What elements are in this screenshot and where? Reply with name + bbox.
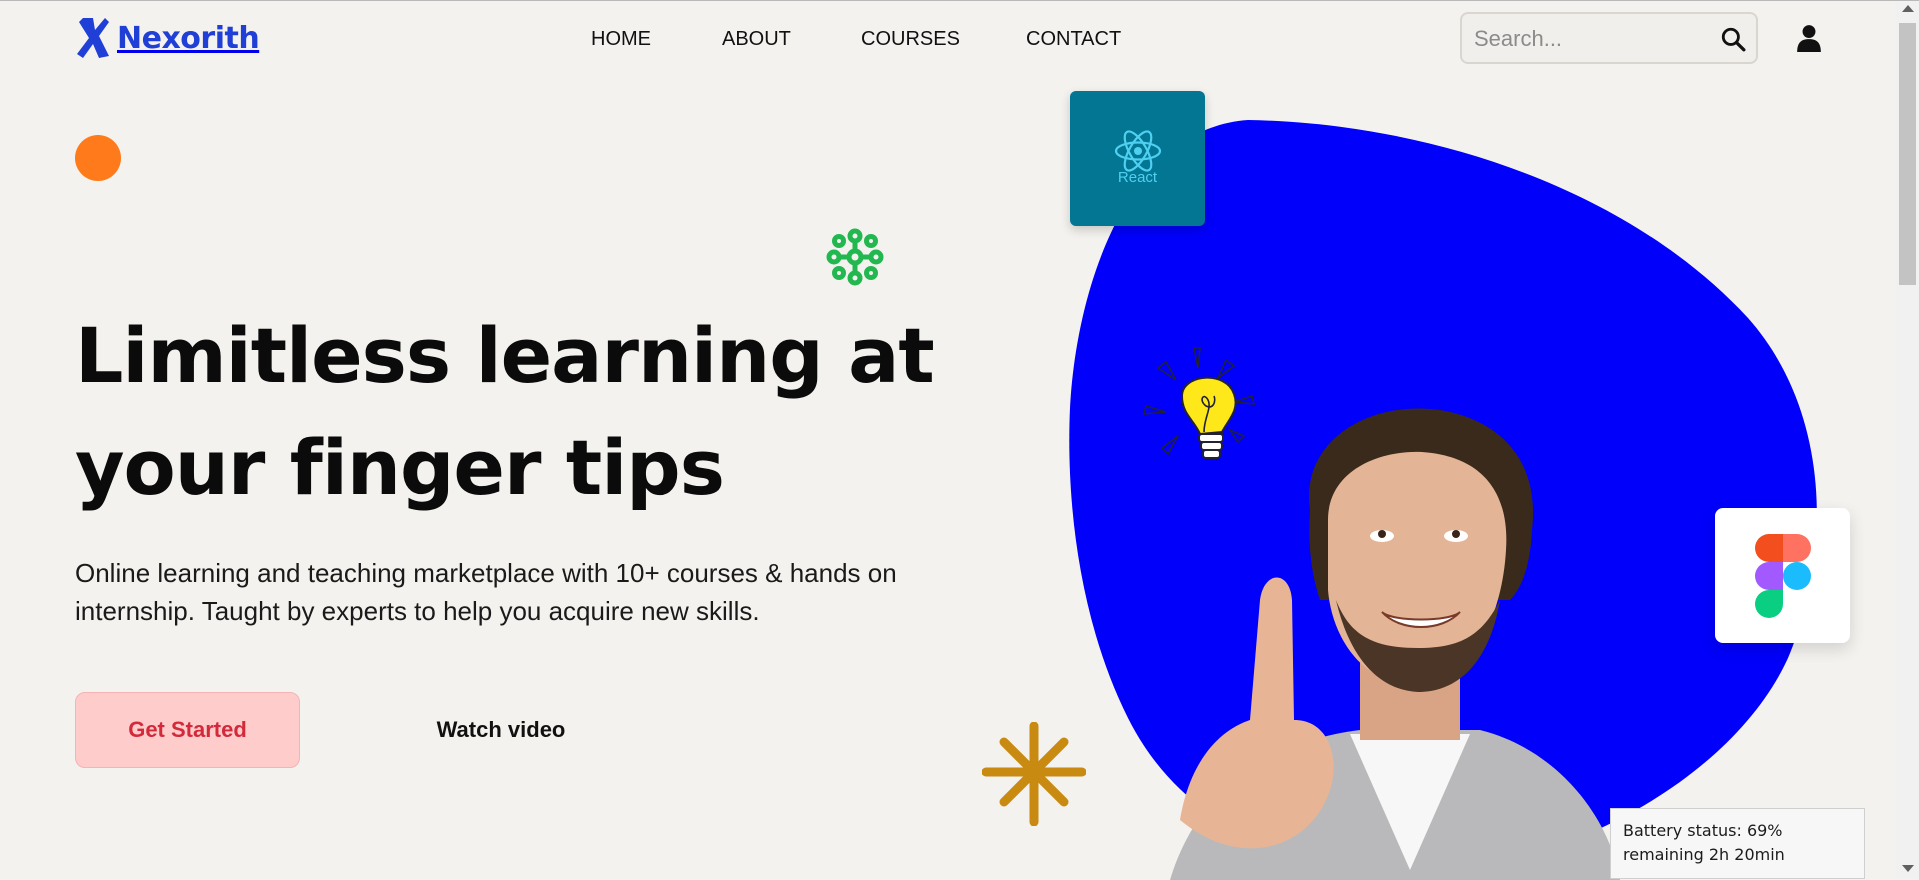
brand-logo-link[interactable]: Nexorith bbox=[75, 16, 260, 60]
nav-item-contact[interactable]: CONTACT bbox=[1026, 28, 1121, 51]
hero-headline: Limitless learning at your finger tips bbox=[75, 311, 935, 512]
nav-item-about[interactable]: ABOUT bbox=[722, 28, 791, 51]
battery-status-tooltip: Battery status: 69% remaining 2h 20min bbox=[1610, 808, 1865, 879]
nav-item-home[interactable]: HOME bbox=[591, 28, 651, 51]
figma-logo-icon bbox=[1755, 534, 1811, 618]
search-box bbox=[1460, 12, 1758, 64]
brand-logo-icon bbox=[77, 18, 109, 58]
nav-item-courses[interactable]: COURSES bbox=[861, 28, 960, 51]
search-input[interactable] bbox=[1472, 22, 1706, 56]
react-logo-icon bbox=[1114, 130, 1162, 172]
react-label: React bbox=[1117, 169, 1158, 186]
brand-name: Nexorith bbox=[117, 20, 260, 56]
search-icon[interactable] bbox=[1720, 26, 1746, 52]
user-icon[interactable] bbox=[1796, 24, 1822, 52]
watch-video-button[interactable]: Watch video bbox=[416, 700, 586, 760]
scroll-down-arrow-icon[interactable] bbox=[1902, 865, 1914, 872]
page-scrollbar[interactable] bbox=[1896, 1, 1919, 879]
scrollbar-thumb[interactable] bbox=[1899, 23, 1916, 285]
scroll-up-arrow-icon[interactable] bbox=[1902, 5, 1914, 12]
figma-badge-card bbox=[1715, 508, 1850, 643]
browser-top-border bbox=[0, 0, 1919, 1]
get-started-button[interactable]: Get Started bbox=[75, 692, 300, 768]
hero-subtext: Online learning and teaching marketplace… bbox=[75, 558, 897, 626]
react-badge-card: React bbox=[1070, 91, 1205, 226]
green-network-icon bbox=[826, 228, 884, 286]
orange-dot-decoration bbox=[75, 135, 121, 181]
smiling-man-photo bbox=[1170, 408, 1620, 880]
